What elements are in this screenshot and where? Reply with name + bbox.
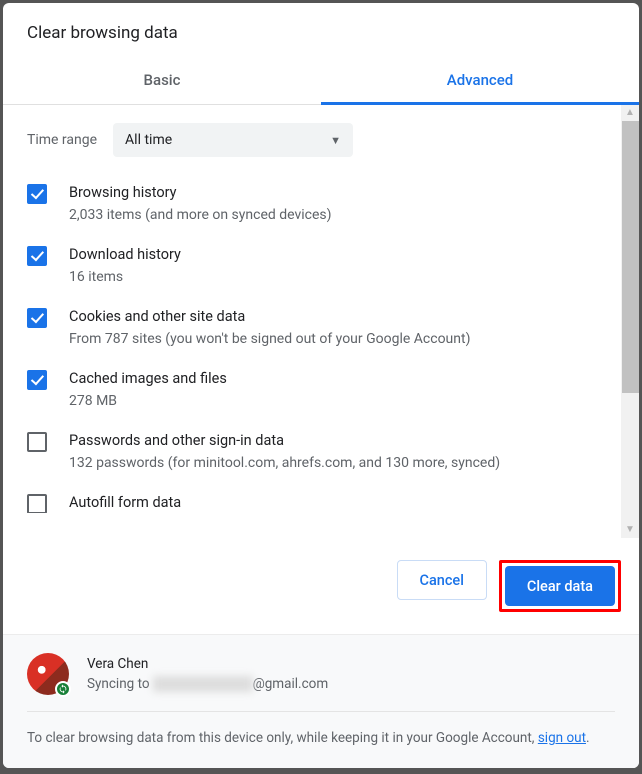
list-item: Cookies and other site data From 787 sit… [27, 297, 605, 359]
footer-note: To clear browsing data from this device … [27, 728, 615, 748]
highlight-annotation: Clear data [499, 560, 621, 612]
list-item: Autofill form data [27, 483, 605, 513]
avatar [27, 653, 69, 695]
checkbox-list: Browsing history 2,033 items (and more o… [3, 163, 613, 513]
list-item: Passwords and other sign-in data 132 pas… [27, 421, 605, 483]
email-redacted: ██████████ [153, 676, 253, 692]
item-sub: 16 items [69, 266, 605, 288]
dialog-actions: Cancel Clear data [3, 538, 639, 634]
checkbox-passwords[interactable] [27, 432, 47, 452]
checkbox-autofill[interactable] [27, 494, 47, 513]
item-title: Cached images and files [69, 368, 605, 390]
dialog-footer: Vera Chen Syncing to ██████████@gmail.co… [3, 634, 639, 768]
tabs: Basic Advanced [3, 57, 639, 105]
cancel-button[interactable]: Cancel [397, 560, 487, 600]
item-title: Autofill form data [69, 492, 605, 513]
scrollbar[interactable]: ▲ ▼ [621, 105, 639, 538]
clear-browsing-data-dialog: Clear browsing data Basic Advanced Time … [3, 3, 639, 768]
item-title: Cookies and other site data [69, 306, 605, 328]
item-sub: 2,033 items (and more on synced devices) [69, 204, 605, 226]
scroll-down-icon[interactable]: ▼ [625, 522, 635, 538]
list-item: Browsing history 2,033 items (and more o… [27, 173, 605, 235]
item-sub: 132 passwords (for minitool.com, ahrefs.… [69, 452, 605, 474]
dialog-title: Clear browsing data [3, 3, 639, 57]
item-title: Download history [69, 244, 605, 266]
checkbox-browsing-history[interactable] [27, 184, 47, 204]
sync-badge-icon [55, 681, 71, 697]
tab-basic[interactable]: Basic [3, 57, 321, 104]
sync-email-line: Syncing to ██████████@gmail.com [87, 674, 328, 694]
chevron-down-icon: ▼ [330, 134, 341, 147]
time-range-row: Time range All time ▼ [3, 105, 613, 163]
checkbox-download-history[interactable] [27, 246, 47, 266]
tab-advanced[interactable]: Advanced [321, 57, 639, 105]
time-range-label: Time range [27, 132, 97, 148]
list-item: Download history 16 items [27, 235, 605, 297]
sign-out-link[interactable]: sign out [538, 730, 586, 746]
checkbox-cached[interactable] [27, 370, 47, 390]
time-range-value: All time [125, 132, 172, 148]
sync-text: Vera Chen Syncing to ██████████@gmail.co… [87, 654, 328, 694]
item-title: Browsing history [69, 182, 605, 204]
checkbox-cookies[interactable] [27, 308, 47, 328]
clear-data-button[interactable]: Clear data [505, 566, 615, 606]
item-sub: From 787 sites (you won't be signed out … [69, 328, 605, 350]
scrollbar-thumb[interactable] [622, 121, 639, 393]
divider [27, 711, 615, 712]
item-title: Passwords and other sign-in data [69, 430, 605, 452]
scroll-up-icon[interactable]: ▲ [625, 105, 635, 121]
item-sub: 278 MB [69, 390, 605, 412]
time-range-select[interactable]: All time ▼ [113, 123, 353, 157]
user-name: Vera Chen [87, 654, 328, 674]
sync-info-row: Vera Chen Syncing to ██████████@gmail.co… [27, 653, 615, 711]
content-area: Time range All time ▼ Browsing history 2… [3, 105, 639, 538]
list-item: Cached images and files 278 MB [27, 359, 605, 421]
scroll-content: Time range All time ▼ Browsing history 2… [3, 105, 621, 538]
